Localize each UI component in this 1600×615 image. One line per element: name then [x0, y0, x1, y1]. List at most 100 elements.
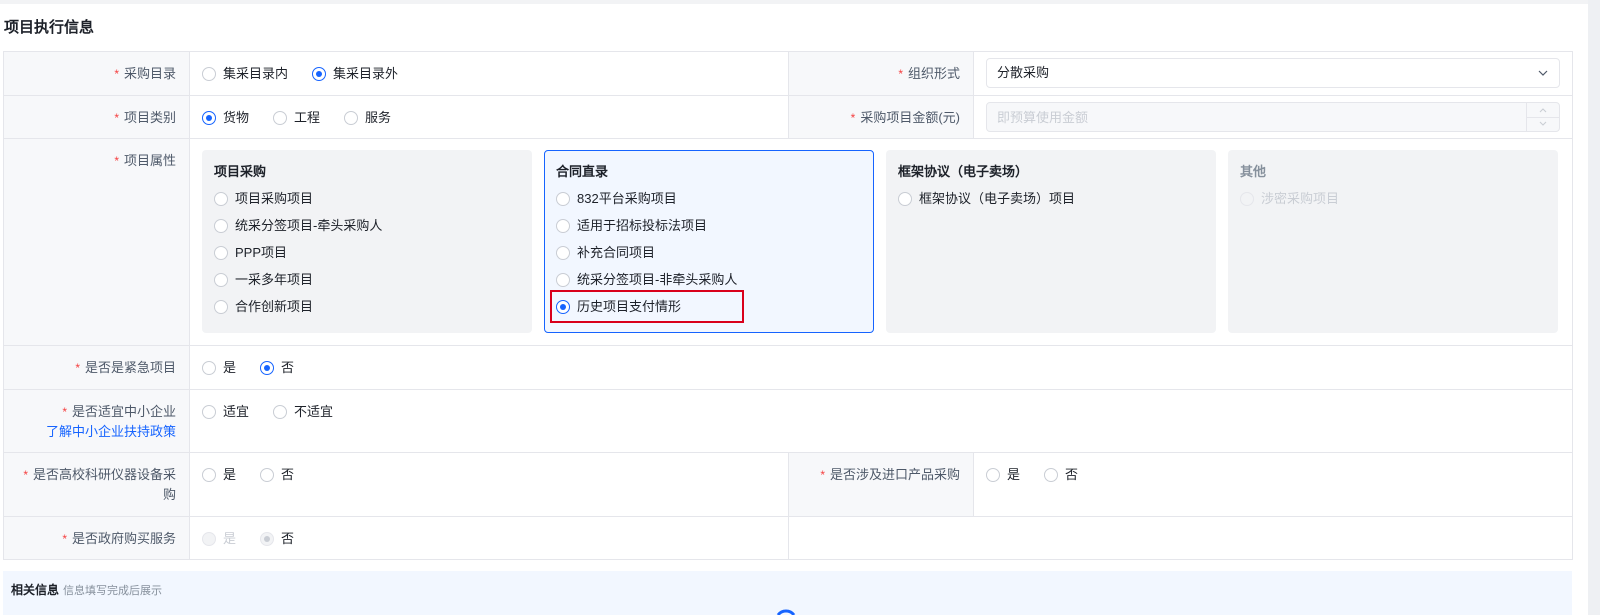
radio-cooperative-innovation[interactable]: 合作创新项目 — [214, 293, 520, 320]
radio-framework-agreement-project[interactable]: 框架协议（电子卖场）项目 — [898, 185, 1204, 212]
radio-in-central-catalog[interactable]: 集采目录内 — [202, 64, 288, 84]
radio-circle-icon — [556, 272, 570, 287]
select-value: 分散采购 — [997, 65, 1050, 80]
procurement-catalog-radio-group: 集采目录内 集采目录外 — [202, 64, 776, 84]
chevron-down-icon — [1537, 67, 1549, 79]
attr-group-title: 项目采购 — [214, 164, 267, 179]
university-equipment-field: 是 否 — [189, 452, 789, 517]
imported-products-radio-group: 是 否 — [986, 465, 1560, 485]
radio-sme-suitable[interactable]: 适宜 — [202, 402, 249, 422]
attr-group-title: 框架协议（电子卖场） — [898, 164, 1029, 179]
radio-option-label: 是 — [223, 467, 237, 482]
radio-goods[interactable]: 货物 — [202, 108, 249, 128]
radio-option-label: 是 — [1007, 467, 1021, 482]
project-category-radio-group: 货物 工程 服务 — [202, 108, 776, 128]
imported-products-field: 是 否 — [973, 452, 1573, 517]
radio-circle-icon — [214, 218, 228, 233]
project-attribute-groups: 项目采购 项目采购项目 统采分签项目-牵头采购人 PPP项目 一采多年项目 合作… — [202, 150, 1560, 333]
radio-multi-year-project[interactable]: 一采多年项目 — [214, 266, 520, 293]
gov-service-field: 是 否 — [189, 516, 789, 560]
radio-circle-icon — [273, 405, 288, 419]
procurement-amount-number-input — [986, 102, 1560, 132]
radio-ppp-project[interactable]: PPP项目 — [214, 239, 520, 266]
radio-option-label: 集采目录内 — [223, 66, 289, 81]
sme-policy-link[interactable]: 了解中小企业扶持政策 — [46, 424, 176, 439]
organization-form-field: 分散采购 — [973, 51, 1573, 96]
attr-group-title: 其他 — [1240, 164, 1267, 179]
section-title: 项目执行信息 — [4, 19, 95, 36]
radio-university-equipment-no[interactable]: 否 — [260, 465, 294, 485]
procurement-catalog-label: 采购目录 — [114, 66, 176, 81]
university-equipment-label: 是否高校科研仪器设备采购 — [23, 467, 176, 502]
radio-circle-icon — [312, 67, 327, 81]
radio-services[interactable]: 服务 — [344, 108, 391, 128]
radio-project-procurement-item[interactable]: 项目采购项目 — [214, 185, 520, 212]
radio-option-label: 涉密采购项目 — [1261, 190, 1340, 206]
sme-suitable-radio-group: 适宜 不适宜 — [202, 402, 1560, 422]
radio-university-equipment-yes[interactable]: 是 — [202, 465, 236, 485]
radio-option-label: 否 — [281, 531, 295, 546]
radio-bidding-law-applicable[interactable]: 适用于招标投标法项目 — [556, 212, 862, 239]
radio-circle-icon — [556, 218, 570, 233]
procurement-catalog-label-cell: 采购目录 — [3, 51, 190, 96]
project-attribute-label: 项目属性 — [114, 153, 176, 168]
radio-gov-service-no: 否 — [260, 529, 294, 549]
attr-group-framework-agreement: 框架协议（电子卖场） 框架协议（电子卖场）项目 — [886, 150, 1216, 333]
radio-circle-icon — [273, 111, 288, 125]
procurement-catalog-field: 集采目录内 集采目录外 — [189, 51, 789, 96]
radio-option-label: 统采分签项目-非牵头采购人 — [577, 271, 738, 287]
organization-form-label-cell: 组织形式 — [788, 51, 974, 96]
organization-form-select[interactable]: 分散采购 — [986, 58, 1560, 88]
attr-group-title: 合同直录 — [556, 164, 609, 179]
sme-suitable-field: 适宜 不适宜 — [189, 389, 1573, 453]
radio-option-label: 不适宜 — [294, 404, 334, 419]
radio-option-label: 工程 — [294, 110, 321, 125]
imported-products-label: 是否涉及进口产品采购 — [820, 467, 960, 482]
organization-form-label: 组织形式 — [898, 66, 960, 81]
related-info-hint: 信息填写完成后展示 — [63, 585, 163, 597]
radio-option-label: 否 — [281, 360, 295, 375]
is-urgent-radio-group: 是 否 — [202, 358, 1560, 378]
radio-imported-yes[interactable]: 是 — [986, 465, 1020, 485]
radio-unified-split-lead-purchaser[interactable]: 统采分签项目-牵头采购人 — [214, 212, 520, 239]
radio-circle-icon — [202, 468, 216, 482]
radio-circle-icon — [214, 191, 228, 206]
radio-circle-icon — [202, 67, 216, 81]
radio-circle-icon — [202, 361, 216, 375]
radio-supplementary-contract[interactable]: 补充合同项目 — [556, 239, 862, 266]
imported-products-label-cell: 是否涉及进口产品采购 — [788, 452, 974, 517]
radio-imported-no[interactable]: 否 — [1044, 465, 1078, 485]
radio-circle-icon — [202, 111, 216, 125]
radio-circle-icon — [1240, 191, 1254, 206]
related-info-header: 相关信息 信息填写完成后展示 — [11, 581, 162, 600]
gov-service-label-cell: 是否政府购买服务 — [3, 516, 190, 560]
page-gutter — [1588, 0, 1600, 615]
radio-urgent-no[interactable]: 否 — [260, 358, 294, 378]
attr-group-other: 其他 涉密采购项目 — [1228, 150, 1558, 333]
highlight-annotation-box — [550, 290, 744, 323]
radio-option-label: 集采目录外 — [333, 66, 399, 81]
radio-option-label: PPP项目 — [235, 244, 288, 260]
radio-out-of-central-catalog[interactable]: 集采目录外 — [312, 64, 398, 84]
gov-service-radio-group: 是 否 — [202, 529, 776, 549]
radio-option-label: 适用于招标投标法项目 — [577, 217, 708, 233]
radio-option-label: 适宜 — [223, 404, 250, 419]
radio-option-label: 832平台采购项目 — [577, 190, 677, 206]
radio-option-label: 项目采购项目 — [235, 190, 314, 206]
radio-circle-icon — [260, 468, 275, 482]
radio-urgent-yes[interactable]: 是 — [202, 358, 236, 378]
radio-classified-procurement: 涉密采购项目 — [1240, 185, 1546, 212]
radio-circle-icon — [260, 361, 275, 375]
number-stepper — [1526, 103, 1559, 131]
radio-unified-split-non-lead-purchaser[interactable]: 统采分签项目-非牵头采购人 — [556, 266, 862, 293]
project-category-field: 货物 工程 服务 — [189, 95, 789, 139]
radio-option-label: 补充合同项目 — [577, 244, 656, 260]
radio-832-platform[interactable]: 832平台采购项目 — [556, 185, 862, 212]
radio-engineering[interactable]: 工程 — [273, 108, 320, 128]
is-urgent-field: 是 否 — [189, 345, 1573, 390]
radio-circle-icon — [214, 245, 228, 260]
radio-option-label: 统采分签项目-牵头采购人 — [235, 217, 383, 233]
procurement-amount-field — [973, 95, 1573, 139]
gov-service-label: 是否政府购买服务 — [62, 531, 176, 546]
radio-sme-not-suitable[interactable]: 不适宜 — [273, 402, 333, 422]
